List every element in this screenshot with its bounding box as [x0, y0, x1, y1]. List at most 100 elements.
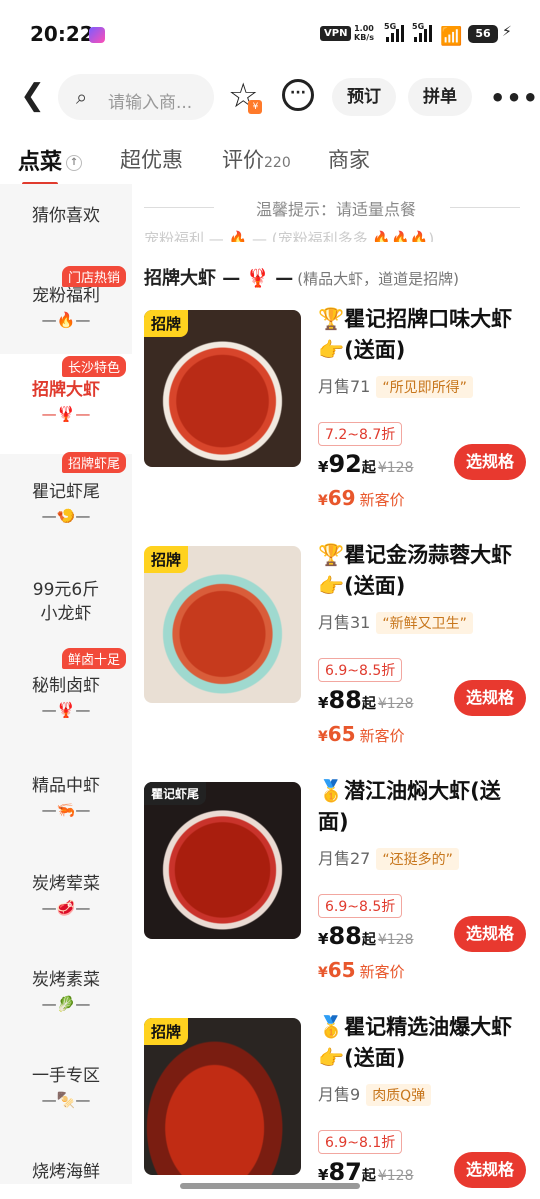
- category-item[interactable]: 炭烤荤菜 —🥩—: [0, 872, 132, 932]
- dish-review-quote: “所见即所得”: [376, 376, 473, 398]
- section-title: 招牌大虾 — 🦞 — (精品大虾，道道是招牌): [144, 268, 459, 289]
- group-order-button[interactable]: 拼单: [408, 78, 472, 116]
- discount-badge: 6.9~8.1折: [318, 1130, 403, 1154]
- category-label: 招牌大虾: [32, 380, 100, 400]
- category-label: 烧烤海鲜: [32, 1162, 100, 1182]
- category-label: 秘制卤虾: [32, 676, 100, 696]
- dish-review-quote: 肉质Q弹: [366, 1084, 432, 1106]
- category-item-active[interactable]: 长沙特色 招牌大虾 —🦞—: [0, 354, 132, 454]
- category-label-2: 小龙虾: [40, 604, 92, 624]
- new-customer-price: ¥69 新客价: [318, 486, 405, 510]
- dish-photo[interactable]: 招牌: [144, 310, 301, 467]
- tab-deals[interactable]: 超优惠: [120, 144, 183, 174]
- tab-order[interactable]: 点菜 ↑: [18, 144, 83, 186]
- category-label: 炭烤素菜: [32, 970, 100, 990]
- dish-review-quote: “还挺多的”: [376, 848, 459, 870]
- more-icon[interactable]: •••: [490, 84, 539, 112]
- clock: 20:22: [30, 22, 94, 46]
- wifi-icon: 📶: [440, 26, 463, 47]
- category-label: 精品中虾: [32, 776, 100, 796]
- category-emoji: —🍤—: [41, 507, 91, 525]
- dish-tag: 招牌: [144, 546, 189, 573]
- search-icon: ⌕: [76, 85, 88, 109]
- tab-reviews[interactable]: 评价220: [222, 144, 291, 174]
- dish-card[interactable]: 招牌 🥇瞿记精选油爆大虾👉(送面) 月售9 肉质Q弹 6.9~8.1折 ¥87起 ¥…: [144, 1015, 534, 1199]
- signal-icon: 5G: [384, 22, 408, 44]
- category-item[interactable]: 一手专区 —🍢—: [0, 1064, 132, 1124]
- section-subtitle: (精品大虾，道道是招牌): [297, 270, 459, 288]
- dish-photo[interactable]: 招牌: [144, 1018, 301, 1175]
- app-notification-icon: [89, 27, 105, 43]
- choose-spec-button[interactable]: 选规格: [454, 1152, 526, 1188]
- dish-sales: 月售31 “新鲜又卫生”: [318, 609, 473, 634]
- discount-badge: 7.2~8.7折: [318, 422, 403, 446]
- dish-card[interactable]: 招牌 🏆瞿记招牌口味大虾👉(送面) 月售71 “所见即所得” 7.2~8.7折 ¥…: [144, 307, 534, 530]
- category-label: 瞿记虾尾: [32, 482, 100, 502]
- choose-spec-button[interactable]: 选规格: [454, 680, 526, 716]
- network-speed: 1.00 KB/s: [354, 24, 374, 42]
- category-emoji: —🥩—: [41, 899, 91, 917]
- dish-sales: 月售9 肉质Q弹: [318, 1081, 432, 1106]
- back-icon[interactable]: ❮: [20, 78, 45, 113]
- category-item[interactable]: 鲜卤十足 秘制卤虾 —🦞—: [0, 648, 132, 726]
- home-indicator[interactable]: [180, 1183, 360, 1189]
- category-badge: 长沙特色: [61, 356, 126, 377]
- category-emoji: —🦞—: [41, 405, 91, 423]
- choose-spec-button[interactable]: 选规格: [454, 444, 526, 480]
- discount-badge: 6.9~8.5折: [318, 894, 403, 918]
- dish-photo[interactable]: 招牌: [144, 546, 301, 703]
- tab-merchant[interactable]: 商家: [328, 144, 370, 174]
- status-bar: 20:22 VPN 1.00 KB/s 5G 5G 📶 56 ⚡: [0, 0, 540, 70]
- dish-title: 🥇瞿记精选油爆大虾👉(送面): [318, 1015, 513, 1070]
- discount-badge: 6.9~8.5折: [318, 658, 403, 682]
- category-label: 99元6斤: [32, 580, 100, 600]
- category-item[interactable]: 招牌虾尾 瞿记虾尾 —🍤—: [0, 452, 132, 540]
- category-emoji: —🔥—: [41, 311, 91, 329]
- dish-tag: 招牌: [144, 310, 189, 337]
- dish-title: 🏆瞿记招牌口味大虾👉(送面): [318, 307, 513, 362]
- category-label: 一手专区: [32, 1066, 100, 1086]
- new-customer-price: ¥65 新客价: [318, 722, 405, 746]
- dish-title: 🏆瞿记金汤蒜蓉大虾👉(送面): [318, 543, 513, 598]
- category-badge: 鲜卤十足: [61, 648, 126, 669]
- dish-price: ¥88起 ¥128: [318, 922, 414, 950]
- category-sidebar: 猜你喜欢 门店热销 宠粉福利 —🔥— 长沙特色 招牌大虾 —🦞— 招牌虾尾 瞿记…: [0, 184, 132, 1184]
- dish-price: ¥92起 ¥128: [318, 450, 414, 478]
- favorite-star-icon[interactable]: ☆ ¥: [228, 76, 263, 116]
- dish-tag: 瞿记虾尾: [144, 782, 207, 805]
- dish-sales: 月售71 “所见即所得”: [318, 373, 473, 398]
- category-item[interactable]: 烧烤海鲜: [0, 1160, 132, 1184]
- tip-text: 温馨提示：请适量点餐: [132, 196, 540, 220]
- category-item[interactable]: 精品中虾 —🦐—: [0, 774, 132, 834]
- reserve-button[interactable]: 预订: [332, 78, 396, 116]
- partial-section-header: 宠粉福利 — 🔥 — (宠粉福利多多 🔥🔥🔥): [144, 230, 435, 242]
- dish-card[interactable]: 瞿记虾尾 🥇潜江油焖大虾(送面) 月售27 “还挺多的” 6.9~8.5折 ¥88…: [144, 779, 534, 1002]
- category-emoji: —🦞—: [41, 701, 91, 719]
- new-customer-price: ¥65 新客价: [318, 958, 405, 982]
- category-label: 宠粉福利: [32, 286, 100, 306]
- top-nav: ❮ ⌕ 请输入商... ☆ ¥ ··· 预订 拼单 •••: [0, 70, 540, 124]
- category-item[interactable]: 猜你喜欢: [0, 204, 132, 264]
- category-emoji: —🍢—: [41, 1091, 91, 1109]
- category-item[interactable]: 99元6斤 小龙虾: [0, 578, 132, 638]
- category-item[interactable]: 门店热销 宠粉福利 —🔥—: [0, 266, 132, 354]
- battery-icon: 56: [468, 25, 498, 43]
- dish-tag: 招牌: [144, 1018, 189, 1045]
- chat-icon[interactable]: ···: [282, 79, 314, 111]
- category-emoji: —🥬—: [41, 995, 91, 1013]
- category-item[interactable]: 炭烤素菜 —🥬—: [0, 968, 132, 1028]
- menu-list: 温馨提示：请适量点餐 宠粉福利 — 🔥 — (宠粉福利多多 🔥🔥🔥) 招牌大虾 …: [132, 184, 540, 1188]
- choose-spec-button[interactable]: 选规格: [454, 916, 526, 952]
- dish-photo[interactable]: 瞿记虾尾: [144, 782, 301, 939]
- category-badge: 招牌虾尾: [61, 452, 126, 473]
- collapse-icon[interactable]: ↑: [66, 155, 83, 171]
- signal-icon-2: 5G: [412, 22, 436, 44]
- dish-card[interactable]: 招牌 🏆瞿记金汤蒜蓉大虾👉(送面) 月售31 “新鲜又卫生” 6.9~8.5折 ¥…: [144, 543, 534, 766]
- search-placeholder: 请输入商...: [108, 93, 193, 113]
- dish-price: ¥87起 ¥128: [318, 1158, 414, 1186]
- charging-icon: ⚡: [502, 24, 512, 40]
- search-input[interactable]: ⌕ 请输入商...: [58, 74, 214, 120]
- dish-title: 🥇潜江油焖大虾(送面): [318, 779, 501, 834]
- vpn-badge: VPN: [320, 26, 352, 41]
- dish-sales: 月售27 “还挺多的”: [318, 845, 459, 870]
